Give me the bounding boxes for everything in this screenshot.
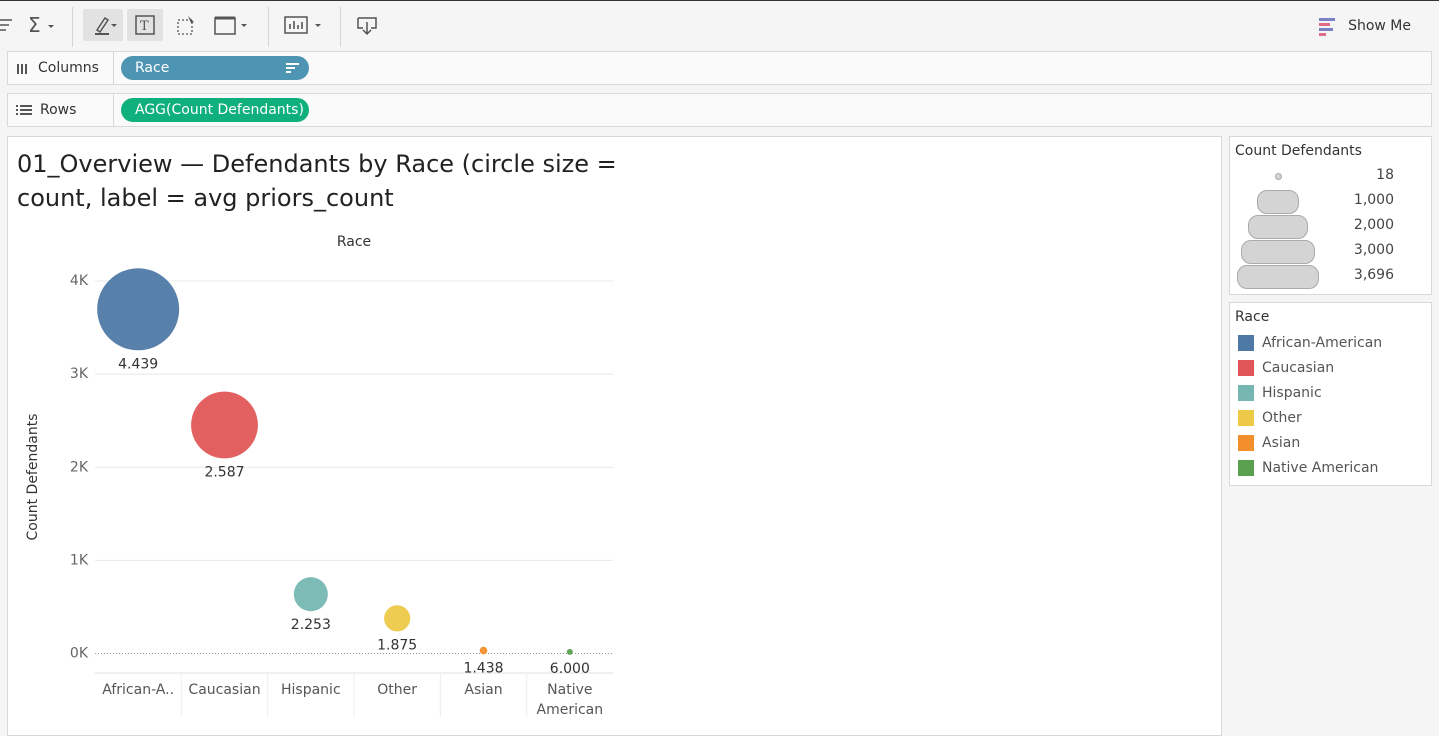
size-legend-label: 2,000 bbox=[1353, 217, 1394, 233]
bubble-other bbox=[384, 605, 411, 632]
download-icon[interactable] bbox=[355, 9, 379, 41]
viz-area: 01_Overview — Defendants by Race (circle… bbox=[7, 136, 1222, 736]
sheet-title: 01_Overview — Defendants by Race (circle… bbox=[17, 150, 617, 212]
color-legend-label: Other bbox=[1262, 409, 1302, 426]
show-me-button[interactable]: Show Me bbox=[1318, 13, 1411, 39]
rows-pill-label: AGG(Count Defendants) bbox=[135, 102, 304, 118]
size-legend-row: 1,000 bbox=[1230, 189, 1428, 214]
size-legend-label: 18 bbox=[1376, 167, 1394, 183]
bubble-label: 4.439 bbox=[118, 356, 158, 372]
color-legend-swatch bbox=[1238, 409, 1254, 426]
bubble-african-american bbox=[97, 268, 180, 351]
rows-pill-count-defendants[interactable]: AGG(Count Defendants) bbox=[121, 98, 309, 122]
color-legend-label: Hispanic bbox=[1262, 384, 1322, 401]
x-tick-label: American bbox=[537, 702, 604, 718]
color-legend-item[interactable]: Caucasian bbox=[1238, 355, 1334, 380]
text-label-icon[interactable]: T bbox=[127, 9, 163, 41]
color-legend-item[interactable]: Asian bbox=[1238, 430, 1300, 455]
fit-icon[interactable] bbox=[212, 9, 252, 41]
size-legend-label: 1,000 bbox=[1353, 192, 1394, 208]
bubble-label: 1.438 bbox=[463, 660, 503, 676]
color-legend-swatch bbox=[1238, 384, 1254, 401]
toolbar: Σ T Show Me bbox=[0, 0, 1439, 49]
size-legend-swatch bbox=[1237, 264, 1319, 289]
color-legend-swatch bbox=[1238, 359, 1254, 376]
y-tick-label: 2K bbox=[70, 459, 89, 475]
size-legend-swatch bbox=[1241, 239, 1315, 264]
size-legend-swatch bbox=[1274, 173, 1282, 180]
select-icon[interactable] bbox=[172, 9, 200, 41]
x-tick-label: Caucasian bbox=[188, 682, 260, 698]
color-legend-swatch bbox=[1238, 459, 1254, 476]
size-legend-row: 3,000 bbox=[1230, 239, 1428, 264]
y-axis-title: Count Defendants bbox=[25, 414, 41, 541]
y-tick-label: 1K bbox=[70, 552, 89, 568]
color-legend-item[interactable]: Hispanic bbox=[1238, 380, 1322, 405]
color-legend-swatch bbox=[1238, 334, 1254, 351]
show-me-icon bbox=[1319, 18, 1336, 36]
svg-text:Σ: Σ bbox=[28, 15, 41, 35]
x-tick-label: Other bbox=[377, 682, 417, 698]
size-legend-row: 3,696 bbox=[1230, 264, 1428, 289]
show-me-label: Show Me bbox=[1348, 18, 1411, 34]
x-tick-label: Native bbox=[547, 682, 592, 698]
color-legend-label: Native American bbox=[1262, 459, 1379, 476]
bubble-label: 2.253 bbox=[291, 617, 331, 633]
color-legend-title: Race bbox=[1235, 309, 1270, 325]
columns-label: Columns bbox=[38, 60, 99, 76]
bubble-caucasian bbox=[191, 391, 258, 459]
rows-label: Rows bbox=[40, 102, 77, 118]
color-legend-label: Caucasian bbox=[1262, 359, 1335, 376]
bubble-label: 6.000 bbox=[550, 661, 590, 677]
color-legend-label: African-American bbox=[1262, 334, 1383, 351]
size-legend-label: 3,696 bbox=[1353, 267, 1394, 283]
y-tick-label: 3K bbox=[70, 366, 89, 382]
rows-shelf[interactable]: Rows AGG(Count Defendants) bbox=[7, 93, 1432, 127]
columns-icon bbox=[17, 64, 27, 74]
size-legend-swatch bbox=[1256, 189, 1300, 214]
size-legend-label: 3,000 bbox=[1353, 242, 1394, 258]
color-legend: Race African-American Caucasian Hispanic Ot… bbox=[1229, 302, 1432, 486]
columns-shelf[interactable]: Columns Race bbox=[7, 51, 1432, 85]
x-tick-label: Asian bbox=[464, 682, 502, 698]
sort-indicator-icon[interactable] bbox=[286, 62, 300, 74]
color-legend-item[interactable]: African-American bbox=[1238, 330, 1382, 355]
bubble-hispanic bbox=[293, 577, 328, 612]
size-legend-row: 2,000 bbox=[1230, 214, 1428, 239]
columns-pill-race[interactable]: Race bbox=[121, 56, 309, 80]
x-tick-label: Hispanic bbox=[281, 682, 341, 698]
sort-icon[interactable] bbox=[0, 9, 14, 41]
color-legend-item[interactable]: Native American bbox=[1238, 455, 1378, 480]
rows-shelf-header: Rows bbox=[8, 94, 114, 126]
size-legend-swatch bbox=[1247, 214, 1309, 239]
column-header-race: Race bbox=[337, 234, 371, 250]
size-legend-row: 18 bbox=[1230, 164, 1428, 189]
x-tick-label: African-A.. bbox=[102, 682, 174, 698]
columns-shelf-header: Columns bbox=[8, 52, 114, 84]
sum-icon[interactable]: Σ bbox=[28, 9, 58, 41]
bubble-asian bbox=[479, 646, 488, 655]
y-tick-label: 0K bbox=[70, 646, 89, 662]
bubble-chart: Race 0K 1K 2K 3K 4K Count Defendants 4.439 Afric… bbox=[25, 234, 613, 718]
color-legend-swatch bbox=[1238, 434, 1254, 451]
size-legend-title: Count Defendants bbox=[1235, 143, 1362, 159]
bubble-native-american bbox=[566, 648, 573, 655]
presentation-icon[interactable] bbox=[283, 9, 325, 41]
color-legend-label: Asian bbox=[1262, 434, 1301, 451]
highlight-icon[interactable] bbox=[83, 9, 123, 41]
bubble-label: 2.587 bbox=[204, 464, 244, 480]
size-legend: Count Defendants 18 1,000 2,000 3,000 3,696 bbox=[1229, 136, 1432, 295]
color-legend-item[interactable]: Other bbox=[1238, 405, 1302, 430]
columns-pill-label: Race bbox=[135, 60, 170, 76]
bubble-label: 1.875 bbox=[377, 637, 417, 653]
svg-text:T: T bbox=[140, 19, 149, 34]
rows-icon bbox=[16, 105, 32, 115]
y-tick-label: 4K bbox=[70, 273, 89, 289]
